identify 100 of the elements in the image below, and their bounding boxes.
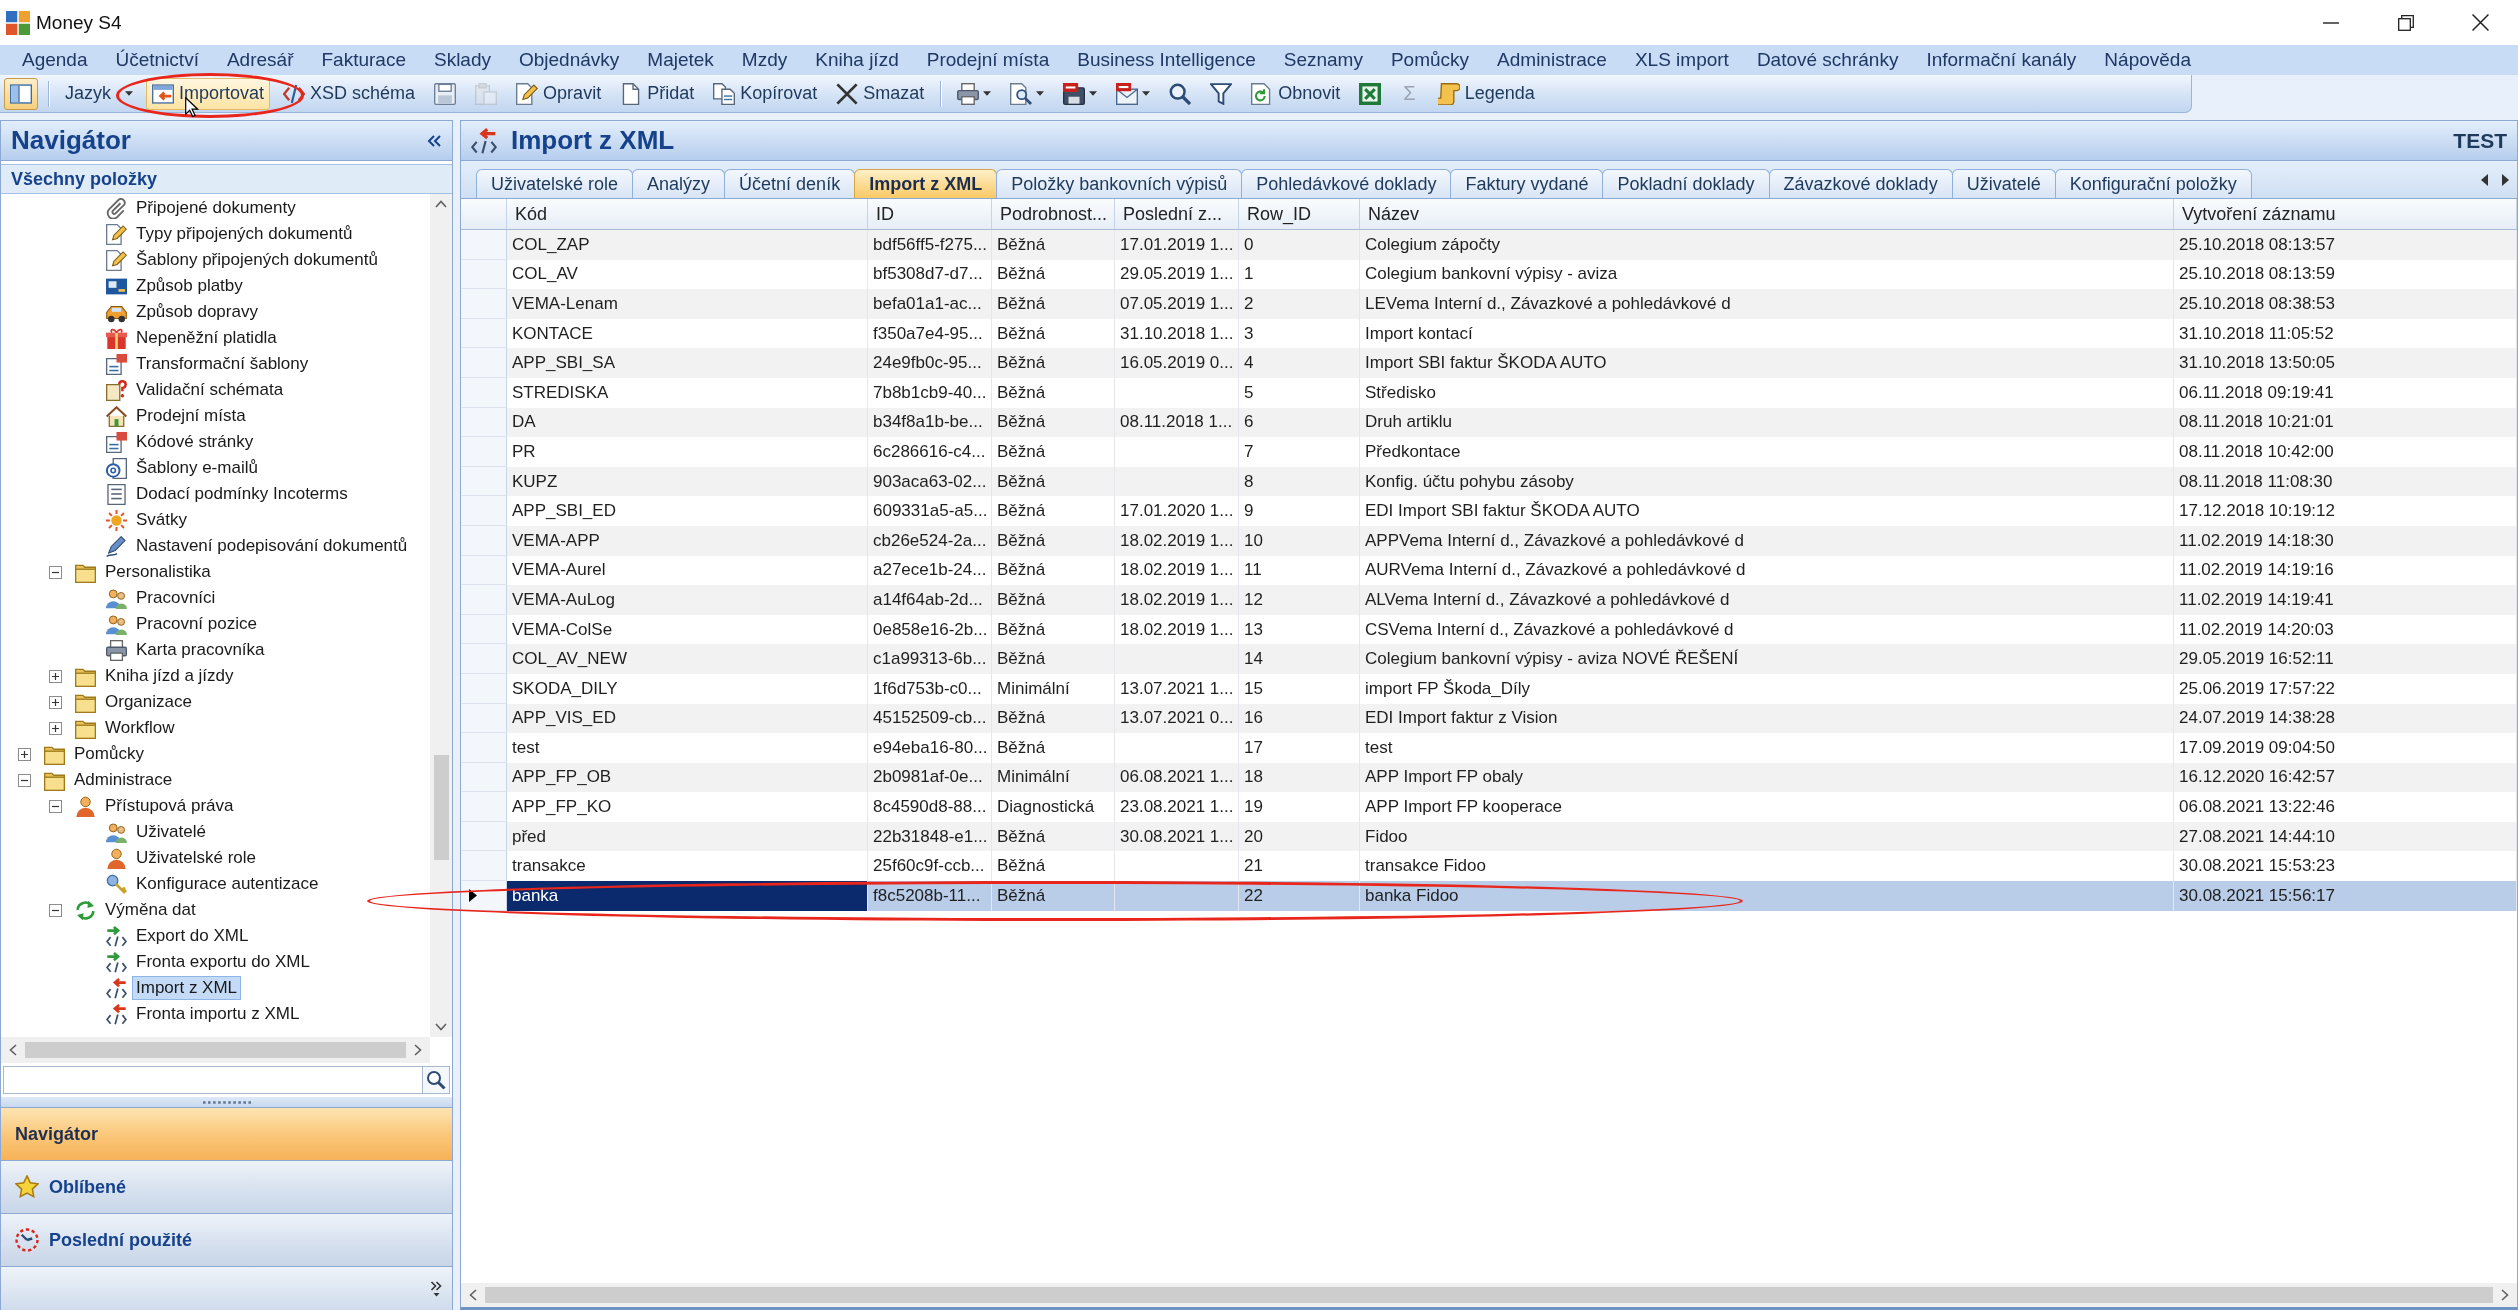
tree-item[interactable]: Administrace (70, 768, 177, 792)
panel-toggle-button[interactable] (4, 77, 38, 110)
menu-item[interactable]: Administrace (1483, 45, 1621, 75)
double-chevron-left-icon[interactable] (427, 134, 442, 147)
scroll-up-icon[interactable] (435, 200, 447, 208)
menu-item[interactable]: Fakturace (307, 45, 420, 75)
tab[interactable]: Uživatelé (1951, 169, 2056, 198)
menu-item[interactable]: Majetek (633, 45, 728, 75)
toolbar-button[interactable]: Přidat (614, 77, 701, 110)
tree-item[interactable]: Karta pracovníka (132, 638, 269, 662)
collapse-box-icon[interactable] (48, 903, 62, 917)
menu-item[interactable]: Účetnictví (101, 45, 213, 75)
table-row[interactable]: KUPZ 903aca63-02... Běžná 8 Konfig. účtu pohybu zásoby 08.11.2018 11:08:30 (461, 466, 2517, 497)
tree-item[interactable]: Kódové stránky (132, 430, 258, 454)
tree-item[interactable]: Fronta exportu do XML (132, 950, 314, 974)
menu-item[interactable]: Pomůcky (1376, 45, 1484, 75)
menu-item[interactable]: Kniha jízd (801, 45, 913, 75)
toolbar-button[interactable]: Legenda (1431, 77, 1541, 110)
expand-box-icon[interactable] (48, 669, 62, 683)
tree-item[interactable]: Připojené dokumenty (132, 196, 300, 220)
tree-item[interactable]: Šablony e-mailů (132, 456, 262, 480)
menu-item[interactable]: Mzdy (727, 45, 802, 75)
scroll-right-icon[interactable] (2501, 1289, 2509, 1301)
table-row[interactable]: VEMA-Aurel a27ece1b-24... Běžná 18.02.2019 1... 11 AURVema Interní d., Závazkové a pohledávkové d 11.02.2019 14:19:16 (461, 555, 2517, 586)
navigation-pane-button[interactable]: Navigátor (1, 1107, 452, 1160)
table-row[interactable]: VEMA-Lenam befa01a1-ac... Běžná 07.05.2019 1... 2 LEVema Interní d., Závazkové a pohledávkové d 25.10.2018 08:38:53 (461, 289, 2517, 319)
tab[interactable]: Konfigurační položky (2054, 169, 2252, 198)
table-row[interactable]: transakce 25f60c9f-ccb... Běžná 21 transakce Fidoo 30.08.2021 15:53:23 (461, 851, 2517, 882)
tree-item[interactable]: Způsob dopravy (132, 300, 262, 324)
tree-item[interactable]: Přístupová práva (101, 794, 238, 818)
toolbar-button[interactable]: Smazat (830, 77, 931, 110)
tree-item[interactable]: Pomůcky (70, 742, 148, 766)
scrollbar-thumb[interactable] (433, 755, 449, 860)
tree-item[interactable]: Nastavení podepisování dokumentů (132, 534, 412, 558)
tree-item[interactable]: Typy připojených dokumentů (132, 222, 357, 246)
toolbar-button[interactable]: Opravit (510, 77, 608, 110)
tab[interactable]: Pokladní doklady (1602, 169, 1770, 198)
minimize-icon[interactable] (2322, 21, 2339, 24)
table-row[interactable]: SKODA_DILY 1f6d753b-c0... Minimální 13.07.2021 1... 15 import FP Škoda_Díly 25.06.2019 17:57:22 (461, 673, 2517, 704)
row-header[interactable] (461, 881, 507, 911)
close-icon[interactable] (2472, 14, 2489, 31)
scroll-left-icon[interactable] (9, 1044, 17, 1056)
tree-item[interactable]: Nepeněžní platidla (132, 326, 281, 350)
tab[interactable]: Analýzy (632, 169, 726, 198)
scroll-down-icon[interactable] (435, 1023, 447, 1031)
menu-item[interactable]: Objednávky (505, 45, 634, 75)
table-row[interactable]: banka f8c5208b-11... Běžná 22 banka Fidoo 30.08.2021 15:56:17 (461, 881, 2517, 911)
search-icon[interactable] (422, 1066, 450, 1094)
tab[interactable]: Položky bankovních výpisů (996, 169, 1243, 198)
table-row[interactable]: STREDISKA 7b8b1cb9-40... Běžná 5 Středisko 06.11.2018 09:19:41 (461, 377, 2517, 408)
tab[interactable]: Uživatelské role (476, 169, 634, 198)
toolbar-button[interactable]: XSD schéma (277, 77, 422, 110)
scroll-right-icon[interactable] (414, 1044, 422, 1056)
menu-item[interactable]: Adresář (212, 45, 308, 75)
tree-item[interactable]: Svátky (132, 508, 192, 532)
tree-item[interactable]: Export do XML (132, 924, 253, 948)
menu-item[interactable]: Nápověda (2090, 45, 2205, 75)
table-row[interactable]: VEMA-APP cb26e524-2a... Běžná 18.02.2019 1... 10 APPVema Interní d., Závazkové a pohledávkové d 11.02.2019 14:18:30 (461, 525, 2517, 556)
collapse-box-icon[interactable] (48, 565, 62, 579)
table-row[interactable]: PR 6c286616-c4... Běžná 7 Předkontace 08.11.2018 10:42:00 (461, 437, 2517, 467)
tab[interactable]: Faktury vydané (1450, 169, 1604, 198)
table-row[interactable]: DA b34f8a1b-be... Běžná 08.11.2018 1... 6 Druh artiklu 08.11.2018 10:21:01 (461, 407, 2517, 438)
scroll-left-icon[interactable] (2481, 173, 2488, 186)
tree-item[interactable]: Import z XML (132, 976, 242, 1000)
toolbar-button[interactable]: Kopírovat (707, 77, 824, 110)
collapse-box-icon[interactable] (17, 773, 31, 787)
menu-item[interactable]: XLS import (1620, 45, 1743, 75)
column-header[interactable]: Poslední z... (1115, 199, 1239, 229)
chevron-menu-icon[interactable] (430, 1280, 442, 1297)
tree-item[interactable]: Fronta importu z XML (132, 1002, 304, 1026)
table-row[interactable]: test e94eba16-80... Běžná 17 test 17.09.2019 09:04:50 (461, 733, 2517, 763)
table-row[interactable]: APP_FP_OB 2b0981af-0e... Minimální 06.08.2021 1... 18 APP Import FP obaly 16.12.2020 16:42:57 (461, 762, 2517, 793)
menu-item[interactable]: Sklady (419, 45, 505, 75)
tree-item[interactable]: Výměna dat (101, 898, 200, 922)
table-row[interactable]: APP_VIS_ED 45152509-cb... Běžná 13.07.2021 0... 16 EDI Import faktur z Vision 24.07.2019 14:38:28 (461, 703, 2517, 734)
search-field[interactable] (3, 1066, 422, 1094)
scrollbar-thumb[interactable] (485, 1287, 2493, 1303)
scrollbar-thumb[interactable] (25, 1042, 406, 1058)
tab[interactable]: Pohledávkové doklady (1241, 169, 1452, 198)
table-row[interactable]: KONTACE f350a7e4-95... Běžná 31.10.2018 1... 3 Import kontací 31.10.2018 11:05:52 (461, 318, 2517, 349)
column-header[interactable]: Podrobnost... (992, 199, 1115, 229)
tree-item[interactable]: Pracovní pozice (132, 612, 261, 636)
horizontal-scrollbar[interactable] (461, 1283, 2517, 1307)
table-row[interactable]: COL_ZAP bdf56ff5-f275... Běžná 17.01.2019 1... 0 Colegium zápočty 25.10.2018 08:13:57 (461, 230, 2517, 260)
column-header[interactable]: Row_ID (1239, 199, 1360, 229)
tab[interactable]: Účetní deník (724, 169, 856, 198)
tree-item[interactable]: Organizace (101, 690, 196, 714)
menu-item[interactable]: Prodejní místa (912, 45, 1064, 75)
menu-item[interactable]: Seznamy (1269, 45, 1377, 75)
column-header[interactable]: ID (868, 199, 992, 229)
toolbar-button[interactable]: Obnovit (1245, 77, 1347, 110)
tree-item[interactable]: Uživatelé (132, 820, 210, 844)
tree-item[interactable]: Prodejní místa (132, 404, 250, 428)
tree-item[interactable]: Transformační šablony (132, 352, 313, 376)
table-row[interactable]: před 22b31848-e1... Běžná 30.08.2021 1... 20 Fidoo 27.08.2021 14:44:10 (461, 821, 2517, 852)
column-header[interactable]: Vytvoření záznamu (2174, 199, 2517, 229)
horizontal-scrollbar[interactable] (1, 1037, 430, 1063)
dropdown-button[interactable]: Jazyk (59, 77, 139, 110)
tree-item[interactable]: Validační schémata (132, 378, 288, 402)
table-row[interactable]: APP_SBI_ED 609331a5-a5... Běžná 17.01.2020 1... 9 EDI Import SBI faktur ŠKODA AUTO 17.12.2018 10:19:12 (461, 496, 2517, 526)
